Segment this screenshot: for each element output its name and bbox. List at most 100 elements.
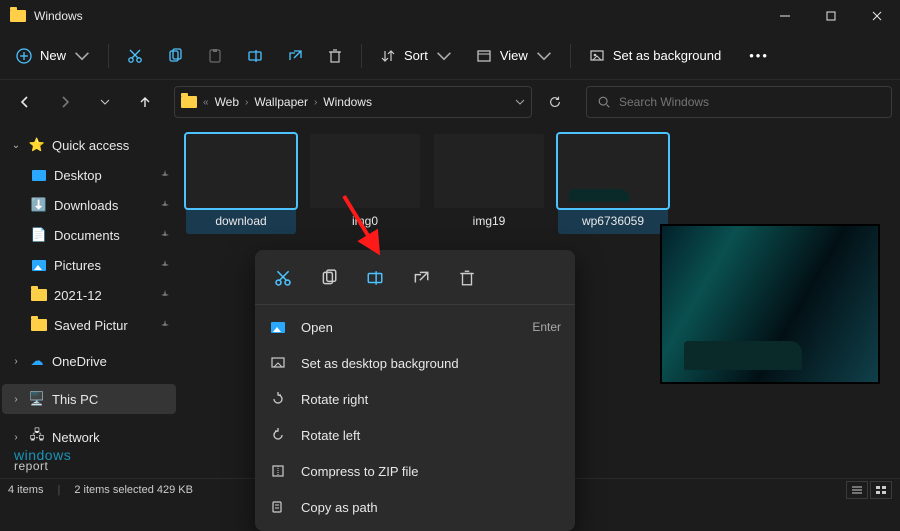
- rotate-right-icon: [269, 391, 287, 407]
- copy-button[interactable]: [157, 39, 193, 73]
- pin-icon: [160, 258, 170, 273]
- sidebar-label: Network: [52, 430, 100, 445]
- ctx-set-desktop-bg[interactable]: Set as desktop background: [255, 345, 575, 381]
- chevron-right-icon: ›: [10, 394, 22, 405]
- recent-locations-button[interactable]: [88, 85, 122, 119]
- rename-button[interactable]: [237, 39, 273, 73]
- maximize-button[interactable]: [808, 0, 854, 32]
- chevron-down-icon: ⌄: [10, 140, 22, 151]
- ctx-copy-as-path[interactable]: Copy as path: [255, 489, 575, 525]
- set-background-button[interactable]: Set as background: [579, 39, 731, 73]
- ctx-label: Copy as path: [301, 500, 378, 515]
- context-menu: Open Enter Set as desktop background Rot…: [255, 250, 575, 531]
- ctx-cut-button[interactable]: [265, 260, 301, 296]
- set-bg-label: Set as background: [613, 48, 721, 63]
- ctx-label: Compress to ZIP file: [301, 464, 419, 479]
- chevron-right-icon: ›: [10, 356, 22, 367]
- chevron-right-icon: ›: [10, 432, 22, 443]
- sidebar-quick-access[interactable]: ⌄ ⭐ Quick access: [2, 130, 176, 160]
- minimize-button[interactable]: [762, 0, 808, 32]
- new-button[interactable]: New: [6, 39, 100, 73]
- sidebar-item-label: Downloads: [54, 198, 118, 213]
- breadcrumb-item[interactable]: Web: [215, 95, 239, 109]
- thumbnail-grid: download img0 img19 wp6736059: [186, 134, 900, 234]
- search-box[interactable]: [586, 86, 892, 118]
- view-label: View: [500, 48, 528, 63]
- file-item[interactable]: img19: [434, 134, 544, 234]
- address-bar[interactable]: « Web › Wallpaper › Windows: [174, 86, 532, 118]
- ctx-rotate-left[interactable]: Rotate left: [255, 417, 575, 453]
- sidebar-item-desktop[interactable]: Desktop: [2, 160, 176, 190]
- ctx-rename-button[interactable]: [357, 260, 393, 296]
- ctx-share-button[interactable]: [403, 260, 439, 296]
- thumbnails-view-button[interactable]: [870, 481, 892, 499]
- breadcrumb-item[interactable]: Wallpaper: [254, 95, 308, 109]
- ctx-open[interactable]: Open Enter: [255, 309, 575, 345]
- pin-icon: [160, 318, 170, 333]
- desktop-bg-icon: [269, 355, 287, 371]
- chevron-left-icon: «: [203, 97, 209, 108]
- paste-button[interactable]: [197, 39, 233, 73]
- share-button[interactable]: [277, 39, 313, 73]
- sidebar-label: Quick access: [52, 138, 129, 153]
- cloud-icon: ☁: [28, 353, 46, 369]
- ctx-compress-zip[interactable]: Compress to ZIP file: [255, 453, 575, 489]
- back-button[interactable]: [8, 85, 42, 119]
- sidebar-item-documents[interactable]: 📄 Documents: [2, 220, 176, 250]
- annotation-arrow: [340, 192, 390, 262]
- zip-icon: [269, 463, 287, 479]
- chevron-right-icon: ›: [314, 97, 317, 108]
- sidebar-item-downloads[interactable]: ⬇️ Downloads: [2, 190, 176, 220]
- ctx-label: Rotate left: [301, 428, 360, 443]
- sort-button[interactable]: Sort: [370, 39, 462, 73]
- search-icon: [597, 95, 611, 109]
- sidebar-item-label: Pictures: [54, 258, 101, 273]
- thumbnail-image: [558, 134, 668, 208]
- ctx-copy-button[interactable]: [311, 260, 347, 296]
- pin-icon: [160, 168, 170, 183]
- refresh-button[interactable]: [538, 85, 572, 119]
- ctx-label: Rotate right: [301, 392, 368, 407]
- thumbnail-image: [434, 134, 544, 208]
- breadcrumb-item[interactable]: Windows: [323, 95, 372, 109]
- file-name: download: [186, 208, 296, 234]
- folder-icon: [10, 10, 26, 22]
- sidebar-label: OneDrive: [52, 354, 107, 369]
- divider: [570, 44, 571, 68]
- rotate-left-icon: [269, 427, 287, 443]
- star-icon: ⭐: [28, 137, 46, 153]
- search-input[interactable]: [619, 95, 881, 109]
- more-button[interactable]: •••: [739, 39, 779, 73]
- sidebar: ⌄ ⭐ Quick access Desktop ⬇️ Downloads 📄 …: [0, 124, 178, 478]
- divider: [361, 44, 362, 68]
- chevron-down-icon[interactable]: [515, 97, 525, 107]
- sidebar-this-pc[interactable]: › 🖥️ This PC: [2, 384, 176, 414]
- sidebar-onedrive[interactable]: › ☁ OneDrive: [2, 346, 176, 376]
- ctx-delete-button[interactable]: [449, 260, 485, 296]
- sidebar-item-pictures[interactable]: Pictures: [2, 250, 176, 280]
- file-item[interactable]: download: [186, 134, 296, 234]
- close-button[interactable]: [854, 0, 900, 32]
- sidebar-item-saved-pictures[interactable]: Saved Pictur: [2, 310, 176, 340]
- view-button[interactable]: View: [466, 39, 562, 73]
- sidebar-item-label: Documents: [54, 228, 120, 243]
- download-icon: ⬇️: [30, 197, 48, 213]
- folder-icon: [30, 319, 48, 331]
- details-view-button[interactable]: [846, 481, 868, 499]
- delete-button[interactable]: [317, 39, 353, 73]
- status-selected: 2 items selected 429 KB: [74, 484, 193, 496]
- forward-button[interactable]: [48, 85, 82, 119]
- window-title: Windows: [34, 9, 83, 23]
- cut-button[interactable]: [117, 39, 153, 73]
- preview-pane: [660, 224, 880, 384]
- sidebar-item-label: Desktop: [54, 168, 102, 183]
- ctx-rotate-right[interactable]: Rotate right: [255, 381, 575, 417]
- sort-label: Sort: [404, 48, 428, 63]
- chevron-right-icon: ›: [245, 97, 248, 108]
- file-item[interactable]: wp6736059: [558, 134, 668, 234]
- up-button[interactable]: [128, 85, 162, 119]
- ctx-label: Open: [301, 320, 333, 335]
- pc-icon: 🖥️: [28, 391, 46, 407]
- nav-row: « Web › Wallpaper › Windows: [0, 80, 900, 124]
- sidebar-item-2021-12[interactable]: 2021-12: [2, 280, 176, 310]
